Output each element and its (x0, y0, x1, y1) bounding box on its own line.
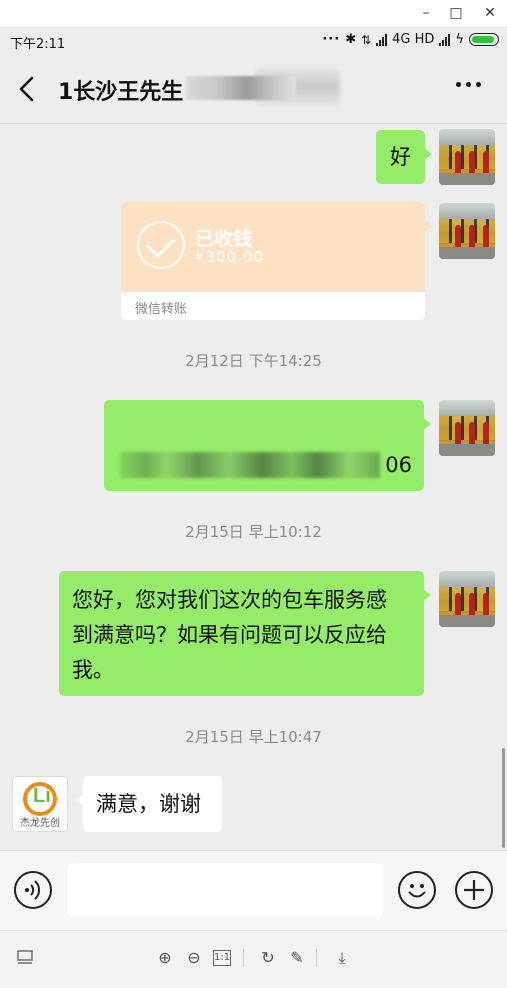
emoji-icon[interactable] (398, 871, 436, 909)
transfer-status: 已收钱 (195, 228, 253, 250)
scrollbar[interactable] (502, 748, 505, 848)
status-bar: 下午2:11 ··· ✱ ⇅ 4G HD ϟ (0, 28, 507, 54)
time-divider: 2月15日 早上10:12 (185, 523, 322, 541)
contact-avatar[interactable]: Li 杰龙先创 (12, 776, 68, 832)
viewer-toolbar: ⊕ ⊖ 1:1 ↻ ✎ ⤓ (0, 930, 507, 988)
more-icon[interactable] (456, 82, 481, 87)
avatar[interactable] (439, 400, 495, 456)
zoom-out-icon[interactable]: ⊖ (183, 947, 205, 969)
message-bubble[interactable]: 您好，您对我们这次的包车服务感 到满意吗？如果有问题可以反应给 我。 (59, 571, 431, 696)
notification-dots-icon: ··· (322, 32, 341, 47)
charging-icon: ϟ (455, 32, 464, 47)
chat-header: 1长沙王先生 (0, 54, 507, 124)
download-icon[interactable]: ⤓ (331, 947, 353, 969)
message-line: 到满意吗？如果有问题可以反应给 (72, 623, 387, 647)
avatar[interactable] (439, 203, 495, 259)
minimize-button[interactable]: – (414, 2, 438, 24)
redaction-blur (186, 76, 296, 100)
input-bar (0, 850, 507, 930)
message-line: 您好，您对我们这次的包车服务感 (72, 588, 387, 612)
chat-title: 1长沙王先生 (58, 80, 184, 105)
battery-icon (469, 33, 499, 46)
transfer-card[interactable]: 已收钱 ¥300.00 微信转账 (121, 202, 432, 320)
maximize-button[interactable]: □ (444, 2, 468, 24)
time-divider: 2月12日 下午14:25 (185, 352, 322, 370)
avatar[interactable] (439, 129, 495, 185)
signal-icon (376, 33, 388, 46)
close-button[interactable]: ✕ (478, 2, 502, 24)
transfer-amount: ¥300.00 (195, 248, 265, 266)
network-type: 4G HD (392, 32, 435, 47)
bluetooth-icon: ✱ (345, 32, 357, 47)
edit-icon[interactable]: ✎ (286, 947, 308, 969)
signal-icon-2 (439, 33, 451, 46)
time-divider: 2月15日 早上10:47 (185, 728, 322, 746)
window-title-bar: – □ ✕ (0, 0, 507, 28)
message-line: 我。 (72, 658, 114, 682)
logo-mark: Li (33, 785, 51, 807)
message-bubble[interactable]: 好 (376, 130, 432, 184)
redaction-blur (120, 452, 380, 478)
logo-text: 杰龙先创 (20, 818, 60, 829)
thumbnail-icon[interactable] (16, 949, 34, 967)
status-icons: ··· ✱ ⇅ 4G HD ϟ (322, 32, 499, 47)
toolbar-separator (243, 949, 244, 967)
avatar[interactable] (439, 571, 495, 627)
transfer-card-top: 已收钱 ¥300.00 (121, 202, 432, 292)
status-time: 下午2:11 (10, 37, 66, 52)
message-text: 06 (385, 453, 412, 477)
voice-icon[interactable] (14, 871, 52, 909)
plus-icon[interactable] (455, 871, 493, 909)
message-text: 满意，谢谢 (96, 792, 201, 816)
rotate-icon[interactable]: ↻ (257, 947, 279, 969)
check-circle-icon (137, 221, 185, 269)
actual-size-icon[interactable]: 1:1 (213, 950, 231, 966)
message-input[interactable] (68, 863, 383, 917)
data-transfer-icon: ⇅ (361, 32, 372, 47)
back-arrow-icon[interactable] (14, 74, 42, 104)
zoom-in-icon[interactable]: ⊕ (154, 947, 176, 969)
toolbar-separator (316, 949, 317, 967)
message-bubble[interactable]: 满意，谢谢 (76, 776, 222, 832)
message-text: 好 (390, 145, 411, 169)
transfer-footer: 微信转账 (135, 302, 188, 317)
